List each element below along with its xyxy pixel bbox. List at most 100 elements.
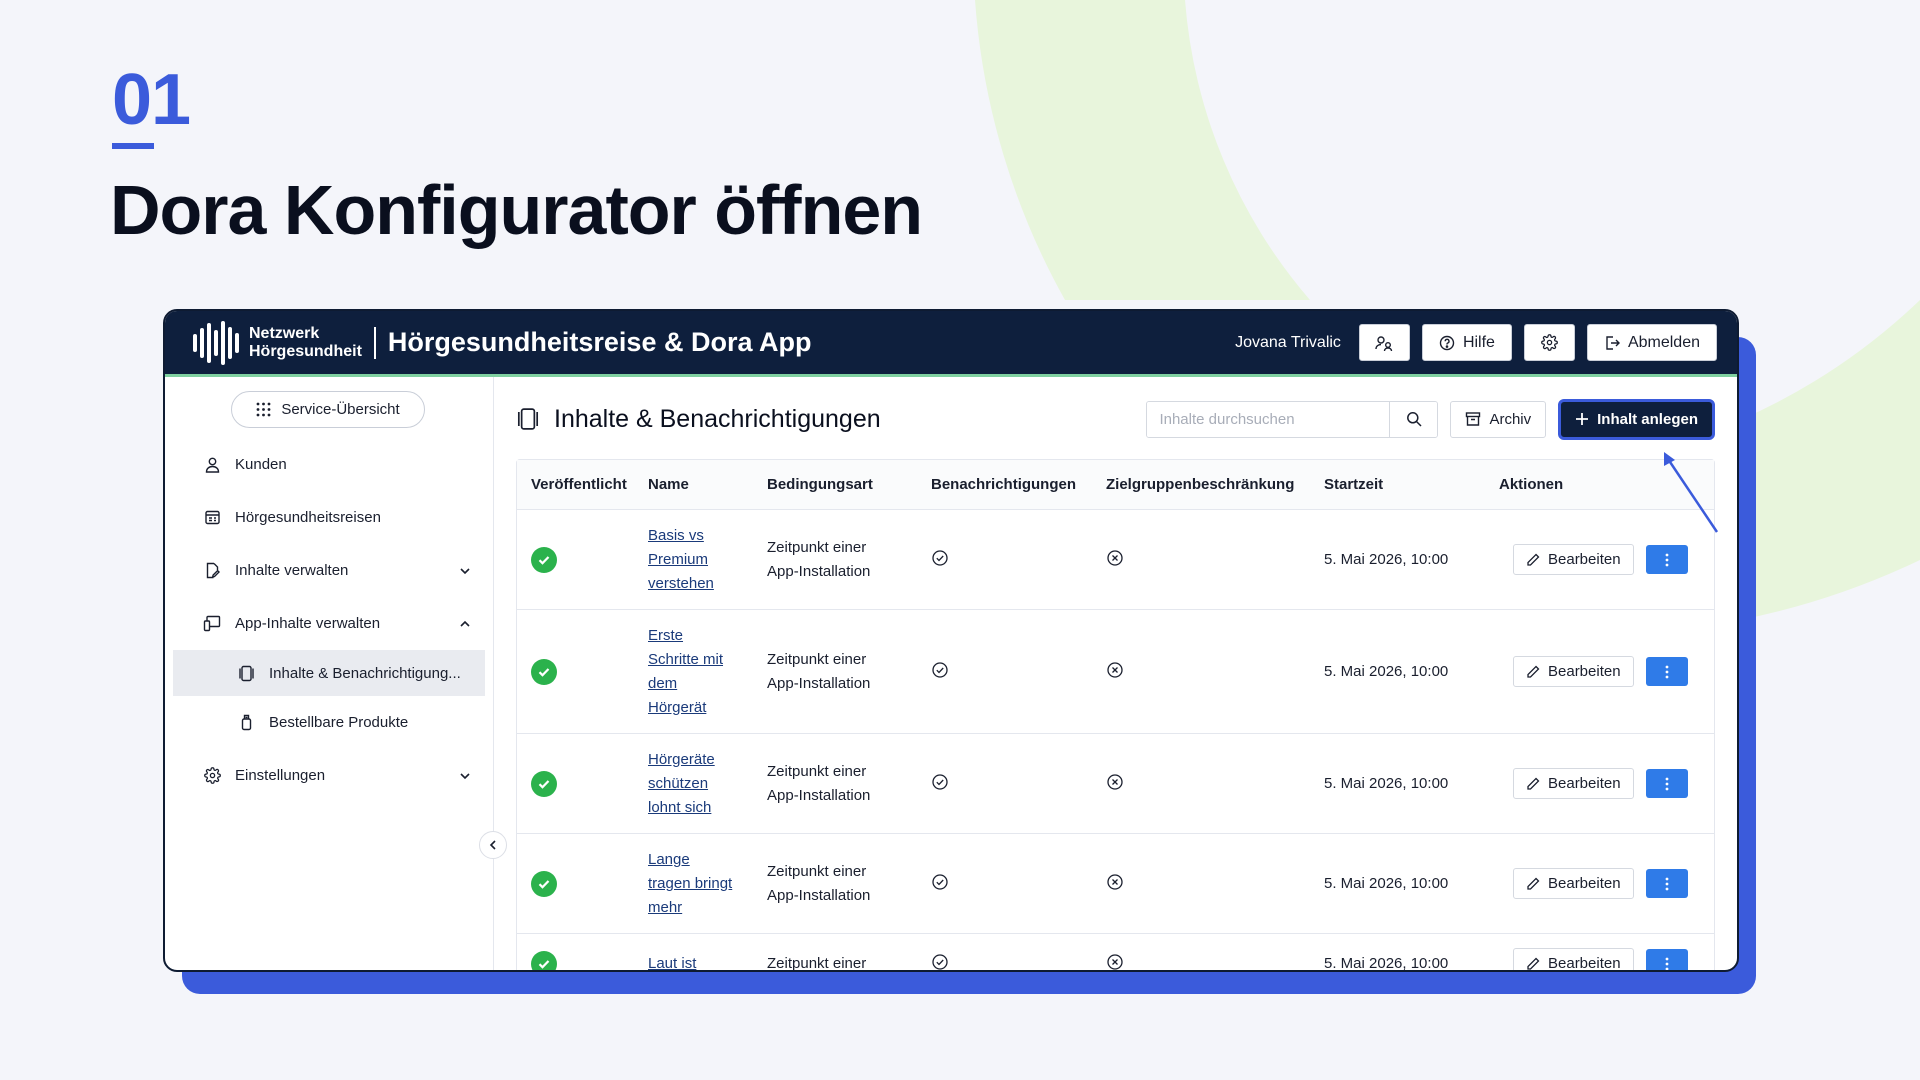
edit-button[interactable]: Bearbeiten <box>1513 948 1634 972</box>
condition-line: Zeitpunkt einer <box>767 538 867 556</box>
check-circle-icon <box>932 549 948 566</box>
edit-label: Bearbeiten <box>1548 551 1621 568</box>
sidebar-item-label: Inhalte verwalten <box>235 562 349 579</box>
search-button[interactable] <box>1389 401 1438 437</box>
edit-label: Bearbeiten <box>1548 663 1621 680</box>
pencil-icon <box>1527 665 1540 678</box>
more-actions-button[interactable] <box>1645 657 1688 686</box>
search-input[interactable] <box>1147 401 1390 437</box>
sidebar-item-bestellbare-produkte[interactable]: Bestellbare Produkte <box>165 696 493 749</box>
content-name-line: Laut ist <box>648 954 697 972</box>
gear-icon <box>1541 334 1558 351</box>
content-name-link[interactable]: Hörgeräte schützen lohnt sich <box>648 748 767 820</box>
x-circle-icon <box>1107 549 1123 566</box>
sidebar-item-kunden[interactable]: Kunden <box>165 438 493 491</box>
help-button[interactable]: Hilfe <box>1421 324 1512 361</box>
chevron-down-icon <box>460 567 470 574</box>
condition-line: Zeitpunkt einer <box>767 862 867 880</box>
content-name-line: Erste <box>648 626 684 644</box>
service-overview-label: Service-Übersicht <box>281 401 400 418</box>
condition-type: Zeitpunkt einer App-Installation <box>767 648 931 696</box>
user-name: Jovana Trivalic <box>1235 333 1341 351</box>
create-content-button[interactable]: Inhalt anlegen <box>1558 398 1715 440</box>
more-vertical-icon <box>1665 777 1668 790</box>
archive-icon <box>1466 412 1481 426</box>
published-check-icon <box>531 770 557 797</box>
sidebar-item-hoergesundheitsreisen[interactable]: Hörgesundheitsreisen <box>165 491 493 544</box>
main-content: Inhalte & Benachrichtigungen Archiv <box>494 377 1737 972</box>
sidebar-item-inhalte-verwalten[interactable]: Inhalte verwalten <box>165 544 493 597</box>
column-header[interactable]: Name <box>648 476 767 493</box>
x-circle-icon <box>1107 873 1123 890</box>
more-actions-button[interactable] <box>1645 869 1688 898</box>
sidebar-item-app-inhalte-verwalten[interactable]: App-Inhalte verwalten <box>165 597 493 650</box>
x-circle-icon <box>1107 953 1123 970</box>
switch-user-button[interactable] <box>1358 324 1410 361</box>
settings-button[interactable] <box>1523 324 1575 361</box>
column-header[interactable]: Benachrichtigungen <box>931 476 1106 493</box>
chevron-up-icon <box>460 620 470 627</box>
sidebar-item-label: Kunden <box>235 456 287 473</box>
search-box <box>1146 400 1439 438</box>
more-vertical-icon <box>1665 957 1668 970</box>
edit-label: Bearbeiten <box>1548 875 1621 892</box>
edit-label: Bearbeiten <box>1548 955 1621 972</box>
user-icon <box>203 456 221 474</box>
check-circle-icon <box>932 773 948 790</box>
more-actions-button[interactable] <box>1645 949 1688 970</box>
content-name-link[interactable]: Lange tragen bringt mehr <box>648 848 767 920</box>
more-vertical-icon <box>1665 553 1668 566</box>
check-circle-icon <box>932 661 948 678</box>
column-header[interactable]: Veröffentlicht <box>517 476 648 493</box>
content-name-link[interactable]: Laut ist <box>648 952 767 972</box>
column-header[interactable]: Bedingungsart <box>767 476 931 493</box>
edit-button[interactable]: Bearbeiten <box>1513 868 1634 899</box>
more-actions-button[interactable] <box>1645 545 1688 574</box>
column-header[interactable]: Startzeit <box>1324 476 1499 493</box>
start-time: 5. Mai 2026, 10:00 <box>1324 775 1449 792</box>
step-underline <box>112 143 154 149</box>
sidebar-item-einstellungen[interactable]: Einstellungen <box>165 749 493 802</box>
content-name-line: Hörgerät <box>648 698 707 716</box>
condition-type: Zeitpunkt einer App-Installation <box>767 760 931 808</box>
grid-icon <box>256 402 271 417</box>
table-row: Basis vs Premium verstehen Zeitpunkt einer… <box>517 510 1714 610</box>
pencil-icon <box>1527 957 1540 970</box>
content-name-line: Lange <box>648 850 690 868</box>
content-table: Veröffentlicht Name Bedingungsart Benach… <box>516 459 1715 972</box>
service-overview-button[interactable]: Service-Übersicht <box>231 391 425 428</box>
logout-button[interactable]: Abmelden <box>1586 324 1717 361</box>
column-header[interactable]: Zielgruppenbeschränkung <box>1106 476 1324 493</box>
sidebar: Service-Übersicht Kunden Hörgesundheitsr… <box>165 377 507 970</box>
edit-button[interactable]: Bearbeiten <box>1513 544 1634 575</box>
archive-button[interactable]: Archiv <box>1450 400 1547 438</box>
brand-logo[interactable]: Netzwerk Hörgesundheit <box>193 320 362 365</box>
search-icon <box>1407 412 1422 427</box>
start-time: 5. Mai 2026, 10:00 <box>1324 955 1449 972</box>
sidebar-item-inhalte-benachrichtigungen[interactable]: Inhalte & Benachrichtigung... <box>173 650 485 696</box>
condition-type: Zeitpunkt einer App-Installation <box>767 536 931 584</box>
content-name-line: Hörgeräte <box>648 750 715 768</box>
condition-type: Zeitpunkt einer <box>767 952 931 971</box>
step-number: 01 <box>112 60 191 140</box>
edit-button[interactable]: Bearbeiten <box>1513 656 1634 687</box>
pencil-icon <box>1527 777 1540 790</box>
content-name-link[interactable]: Basis vs Premium verstehen <box>648 524 767 596</box>
sidebar-item-label: Hörgesundheitsreisen <box>235 509 381 526</box>
condition-line: Zeitpunkt einer <box>767 762 867 780</box>
gear-icon <box>203 767 221 785</box>
condition-line: App-Installation <box>767 886 871 904</box>
condition-line: App-Installation <box>767 674 871 692</box>
more-vertical-icon <box>1665 665 1668 678</box>
content-name-line: schützen <box>648 774 709 792</box>
published-check-icon <box>531 870 557 897</box>
published-check-icon <box>531 658 557 685</box>
condition-line: Zeitpunkt einer <box>767 650 867 668</box>
condition-line: App-Installation <box>767 562 871 580</box>
more-actions-button[interactable] <box>1645 769 1688 798</box>
published-check-icon <box>531 546 557 573</box>
brand-divider <box>373 326 376 359</box>
edit-button[interactable]: Bearbeiten <box>1513 768 1634 799</box>
content-name-link[interactable]: Erste Schritte mit dem Hörgerät <box>648 624 767 720</box>
edit-doc-icon <box>203 562 221 580</box>
